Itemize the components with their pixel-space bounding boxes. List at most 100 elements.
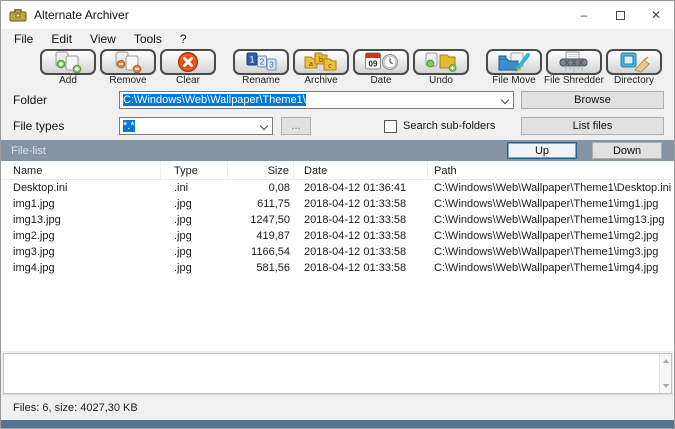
table-row[interactable]: img13.jpg .jpg 1247,50 2018-04-12 01:33:…: [1, 212, 674, 228]
window-title: Alternate Archiver: [34, 8, 566, 22]
svg-text:a: a: [309, 61, 313, 68]
file-list-panel-bar: File-list Up Down: [1, 140, 674, 161]
remove-label: Remove: [109, 75, 146, 86]
add-label: Add: [59, 75, 77, 86]
up-button[interactable]: Up: [507, 142, 577, 159]
app-toolbox-icon: [9, 7, 27, 23]
file-type: .jpg: [161, 262, 228, 274]
column-header-size[interactable]: Size: [228, 161, 294, 180]
filetypes-label: File types: [13, 119, 119, 133]
app-window: Alternate Archiver – ✕ File Edit View To…: [0, 0, 675, 429]
toolbar: Add Remove: [1, 48, 674, 86]
menu-file[interactable]: File: [5, 31, 42, 47]
window-bottom-edge: [1, 420, 674, 428]
file-name: img1.jpg: [1, 198, 161, 210]
file-type: .jpg: [161, 246, 228, 258]
directory-button[interactable]: Directory: [605, 49, 663, 86]
filetypes-value: *.*: [123, 120, 135, 132]
log-textarea[interactable]: [3, 353, 672, 394]
svg-text:1: 1: [249, 55, 254, 65]
menu-help[interactable]: ?: [171, 31, 196, 47]
table-row[interactable]: img2.jpg .jpg 419,87 2018-04-12 01:33:58…: [1, 228, 674, 244]
file-size: 581,56: [228, 262, 294, 274]
file-table-header: Name Type Size Date Path: [1, 161, 674, 180]
menu-tools[interactable]: Tools: [125, 31, 171, 47]
status-bar: Files: 6, size: 4027,30 KB: [1, 394, 674, 420]
file-size: 1166,54: [228, 246, 294, 258]
archive-label: Archive: [304, 75, 337, 86]
clear-icon: [160, 49, 216, 75]
column-header-name[interactable]: Name: [1, 161, 161, 180]
file-name: img4.jpg: [1, 262, 161, 274]
table-row[interactable]: img4.jpg .jpg 581,56 2018-04-12 01:33:58…: [1, 260, 674, 276]
menu-view[interactable]: View: [81, 31, 125, 47]
file-shredder-icon: [546, 49, 602, 75]
rename-icon: 1 2 3: [233, 49, 289, 75]
filetypes-combobox[interactable]: *.*: [119, 117, 273, 135]
menu-edit[interactable]: Edit: [42, 31, 81, 47]
maximize-icon[interactable]: [602, 1, 638, 29]
subfolders-checkbox[interactable]: [384, 120, 397, 133]
file-path: C:\Windows\Web\Wallpaper\Theme1\Desktop.…: [428, 182, 674, 194]
subfolders-label: Search sub-folders: [403, 120, 495, 132]
column-header-type[interactable]: Type: [161, 161, 228, 180]
column-header-path[interactable]: Path: [428, 161, 674, 180]
chevron-down-icon[interactable]: [260, 122, 268, 130]
toolbar-group-list: Add Remove: [39, 49, 219, 86]
table-row[interactable]: img1.jpg .jpg 611,75 2018-04-12 01:33:58…: [1, 196, 674, 212]
folder-row: Folder C:\Windows\Web\Wallpaper\Theme1\ …: [13, 91, 664, 109]
table-row[interactable]: Desktop.ini .ini 0,08 2018-04-12 01:36:4…: [1, 180, 674, 196]
down-button[interactable]: Down: [592, 142, 662, 159]
remove-files-icon: [100, 49, 156, 75]
folder-value: C:\Windows\Web\Wallpaper\Theme1\: [123, 94, 306, 106]
undo-button[interactable]: Undo: [412, 49, 470, 86]
file-date: 2018-04-12 01:33:58: [294, 214, 428, 226]
window-controls: – ✕: [566, 1, 674, 29]
toolbar-group-actions: 1 2 3 Rename a b: [232, 49, 472, 86]
file-name: Desktop.ini: [1, 182, 161, 194]
scroll-down-icon[interactable]: [663, 384, 669, 388]
file-shredder-label: File Shredder: [544, 75, 604, 86]
file-table-body: Desktop.ini .ini 0,08 2018-04-12 01:36:4…: [1, 180, 674, 351]
list-files-button[interactable]: List files: [521, 117, 664, 135]
date-label: Date: [370, 75, 391, 86]
close-icon[interactable]: ✕: [638, 1, 674, 29]
date-button[interactable]: 09 Date: [352, 49, 410, 86]
file-name: img13.jpg: [1, 214, 161, 226]
archive-button[interactable]: a b c Archive: [292, 49, 350, 86]
date-icon: 09: [353, 49, 409, 75]
file-date: 2018-04-12 01:33:58: [294, 246, 428, 258]
folder-label: Folder: [13, 93, 119, 107]
remove-button[interactable]: Remove: [99, 49, 157, 86]
scroll-up-icon[interactable]: [663, 359, 669, 363]
file-type: .jpg: [161, 230, 228, 242]
file-size: 611,75: [228, 198, 294, 210]
table-row[interactable]: img3.jpg .jpg 1166,54 2018-04-12 01:33:5…: [1, 244, 674, 260]
file-date: 2018-04-12 01:33:58: [294, 198, 428, 210]
rename-button[interactable]: 1 2 3 Rename: [232, 49, 290, 86]
add-button[interactable]: Add: [39, 49, 97, 86]
file-path: C:\Windows\Web\Wallpaper\Theme1\img3.jpg: [428, 246, 674, 258]
clear-label: Clear: [176, 75, 200, 86]
filetypes-row: File types *.* ... Search sub-folders Li…: [13, 117, 664, 135]
file-size: 0,08: [228, 182, 294, 194]
menu-bar: File Edit View Tools ?: [1, 29, 674, 48]
filetypes-more-button[interactable]: ...: [281, 117, 311, 135]
column-header-date[interactable]: Date: [294, 161, 428, 180]
file-move-button[interactable]: File Move: [485, 49, 543, 86]
file-size: 1247,50: [228, 214, 294, 226]
browse-button[interactable]: Browse: [521, 91, 664, 109]
vertical-scrollbar[interactable]: [659, 354, 671, 393]
source-form: Folder C:\Windows\Web\Wallpaper\Theme1\ …: [1, 86, 674, 140]
chevron-down-icon[interactable]: [501, 96, 509, 104]
file-path: C:\Windows\Web\Wallpaper\Theme1\img2.jpg: [428, 230, 674, 242]
file-shredder-button[interactable]: File Shredder: [545, 49, 603, 86]
minimize-icon[interactable]: –: [566, 1, 602, 29]
file-type: .jpg: [161, 214, 228, 226]
undo-label: Undo: [429, 75, 453, 86]
clear-button[interactable]: Clear: [159, 49, 217, 86]
svg-text:2: 2: [260, 58, 265, 67]
svg-text:09: 09: [369, 60, 378, 69]
folder-combobox[interactable]: C:\Windows\Web\Wallpaper\Theme1\: [119, 91, 514, 109]
directory-label: Directory: [614, 75, 654, 86]
